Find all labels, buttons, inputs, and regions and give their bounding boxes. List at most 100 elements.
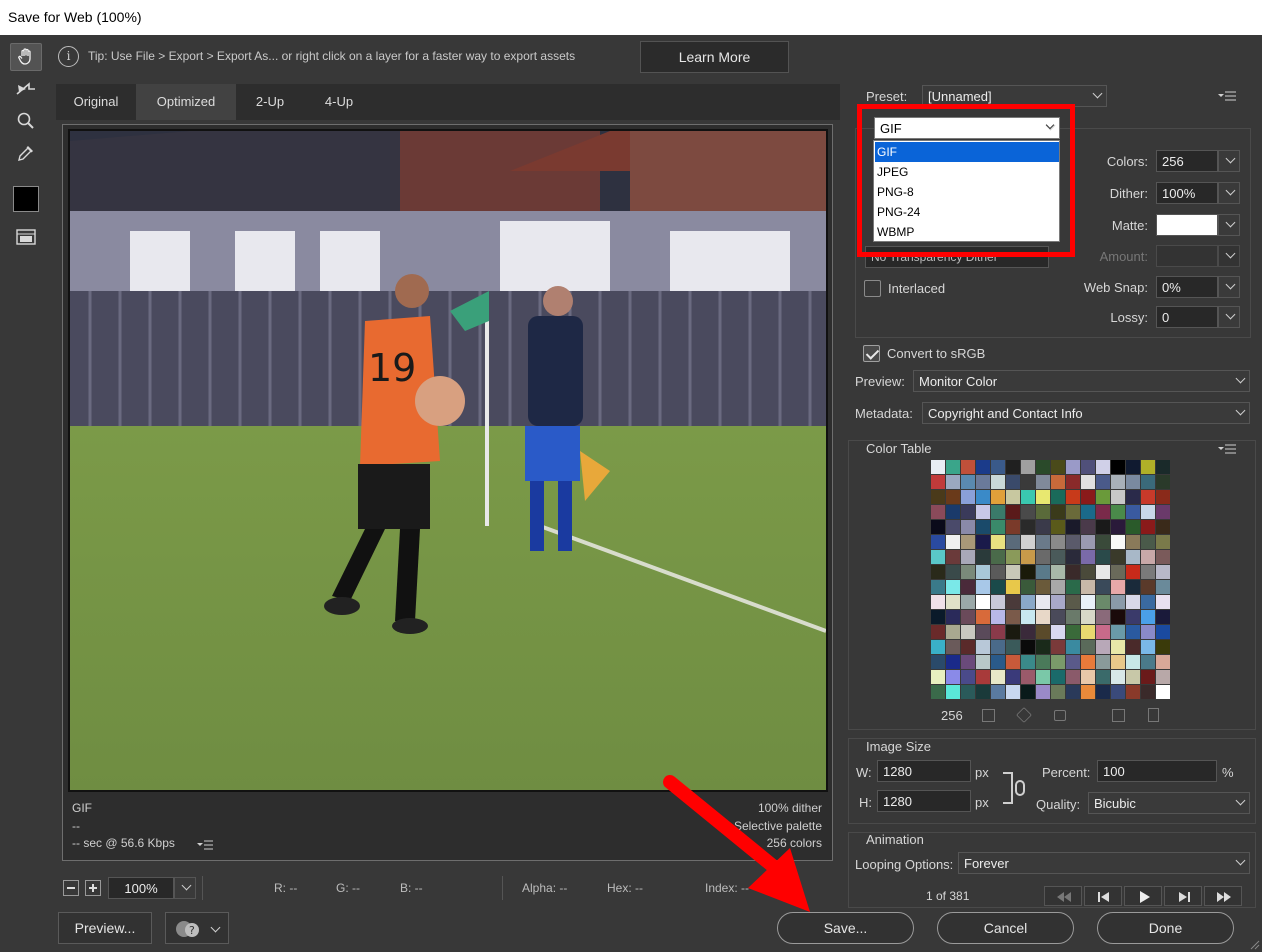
color-swatch[interactable] [1141, 625, 1155, 639]
color-swatch[interactable] [1126, 490, 1140, 504]
color-swatch[interactable] [1126, 610, 1140, 624]
color-swatch[interactable] [931, 655, 945, 669]
color-swatch[interactable] [976, 520, 990, 534]
color-swatch[interactable] [1006, 610, 1020, 624]
map-transparency-icon[interactable] [982, 709, 995, 722]
color-swatch[interactable] [1096, 565, 1110, 579]
color-swatch[interactable] [931, 685, 945, 699]
color-swatch[interactable] [1081, 610, 1095, 624]
color-swatch[interactable] [1051, 595, 1065, 609]
slice-select-tool-icon[interactable] [10, 75, 42, 103]
color-swatch[interactable] [1051, 565, 1065, 579]
color-swatch[interactable] [991, 685, 1005, 699]
color-swatch[interactable] [1066, 475, 1080, 489]
color-swatch[interactable] [1051, 655, 1065, 669]
web-snap-field[interactable]: 0% [1156, 276, 1218, 298]
color-swatch[interactable] [1156, 625, 1170, 639]
color-swatch[interactable] [1126, 655, 1140, 669]
toggle-slices-visibility-icon[interactable] [10, 223, 42, 251]
color-swatch[interactable] [1006, 460, 1020, 474]
color-swatch[interactable] [1021, 535, 1035, 549]
color-swatch[interactable] [931, 625, 945, 639]
color-swatch[interactable] [1036, 535, 1050, 549]
color-swatch[interactable] [1141, 460, 1155, 474]
preview-in-browser-button[interactable]: Preview... [58, 912, 152, 944]
trash-icon[interactable] [1148, 708, 1159, 722]
color-swatch[interactable] [1081, 535, 1095, 549]
color-swatch[interactable] [1156, 685, 1170, 699]
color-swatch[interactable] [1021, 670, 1035, 684]
color-swatch[interactable] [1066, 565, 1080, 579]
colors-dropdown[interactable] [1218, 150, 1240, 172]
cancel-button[interactable]: Cancel [937, 912, 1074, 944]
color-swatch[interactable] [946, 580, 960, 594]
color-swatch[interactable] [946, 520, 960, 534]
color-swatch[interactable] [1141, 550, 1155, 564]
color-swatch[interactable] [1081, 685, 1095, 699]
optimized-preview-pane[interactable]: 19 GIF -- -- sec @ 56.6 Kbps 100% dither… [62, 124, 833, 861]
color-swatch[interactable] [961, 565, 975, 579]
color-swatch[interactable] [1141, 685, 1155, 699]
color-swatch[interactable] [1036, 655, 1050, 669]
color-swatch[interactable] [1036, 685, 1050, 699]
color-swatch[interactable] [1096, 610, 1110, 624]
color-swatch[interactable] [961, 685, 975, 699]
color-swatch[interactable] [1066, 670, 1080, 684]
color-swatch[interactable] [1021, 580, 1035, 594]
color-swatch[interactable] [991, 610, 1005, 624]
zoom-tool-icon[interactable] [10, 107, 42, 135]
color-swatch[interactable] [1096, 595, 1110, 609]
color-swatch[interactable] [931, 535, 945, 549]
color-swatch[interactable] [1051, 640, 1065, 654]
color-swatch[interactable] [991, 550, 1005, 564]
color-swatch[interactable] [1111, 670, 1125, 684]
tab-2-up[interactable]: 2-Up [236, 84, 304, 120]
color-swatch[interactable] [1021, 625, 1035, 639]
color-swatch[interactable] [1006, 565, 1020, 579]
color-swatch[interactable] [976, 460, 990, 474]
color-swatch[interactable] [946, 625, 960, 639]
color-swatch[interactable] [961, 505, 975, 519]
color-swatch[interactable] [1066, 505, 1080, 519]
color-swatch[interactable] [991, 520, 1005, 534]
color-swatch[interactable] [1021, 505, 1035, 519]
color-swatch[interactable] [1126, 475, 1140, 489]
height-field[interactable]: 1280 [877, 790, 971, 812]
color-swatch[interactable] [931, 640, 945, 654]
interlaced-checkbox[interactable] [864, 280, 881, 297]
color-swatch[interactable] [931, 550, 945, 564]
color-swatch[interactable] [1081, 565, 1095, 579]
color-swatch[interactable] [946, 655, 960, 669]
color-swatch[interactable] [931, 460, 945, 474]
color-swatch[interactable] [1051, 520, 1065, 534]
color-swatch[interactable] [1126, 670, 1140, 684]
color-swatch[interactable] [1096, 505, 1110, 519]
color-swatch[interactable] [1006, 580, 1020, 594]
color-swatch[interactable] [961, 520, 975, 534]
previous-frame-button[interactable] [1084, 886, 1122, 906]
play-button[interactable] [1124, 886, 1162, 906]
color-swatch[interactable] [1141, 655, 1155, 669]
color-swatch[interactable] [1021, 685, 1035, 699]
color-swatch[interactable] [1156, 535, 1170, 549]
eyedropper-tool-icon[interactable] [10, 139, 42, 167]
tab-original[interactable]: Original [56, 84, 136, 120]
color-swatch[interactable] [1081, 520, 1095, 534]
color-swatch[interactable] [1036, 490, 1050, 504]
matte-dropdown[interactable] [1218, 214, 1240, 236]
color-swatch[interactable] [1111, 520, 1125, 534]
color-swatch[interactable] [1156, 475, 1170, 489]
color-swatch[interactable] [976, 640, 990, 654]
color-swatch[interactable] [931, 670, 945, 684]
color-swatch[interactable] [946, 670, 960, 684]
color-swatch[interactable] [1156, 610, 1170, 624]
hand-tool-icon[interactable] [10, 43, 42, 71]
color-swatch[interactable] [961, 490, 975, 504]
color-swatch[interactable] [1111, 640, 1125, 654]
color-swatch[interactable] [991, 505, 1005, 519]
color-swatch[interactable] [1066, 535, 1080, 549]
preview-image[interactable]: 19 [68, 129, 828, 792]
color-swatch[interactable] [1081, 595, 1095, 609]
color-swatch[interactable] [1096, 475, 1110, 489]
color-swatch[interactable] [976, 490, 990, 504]
